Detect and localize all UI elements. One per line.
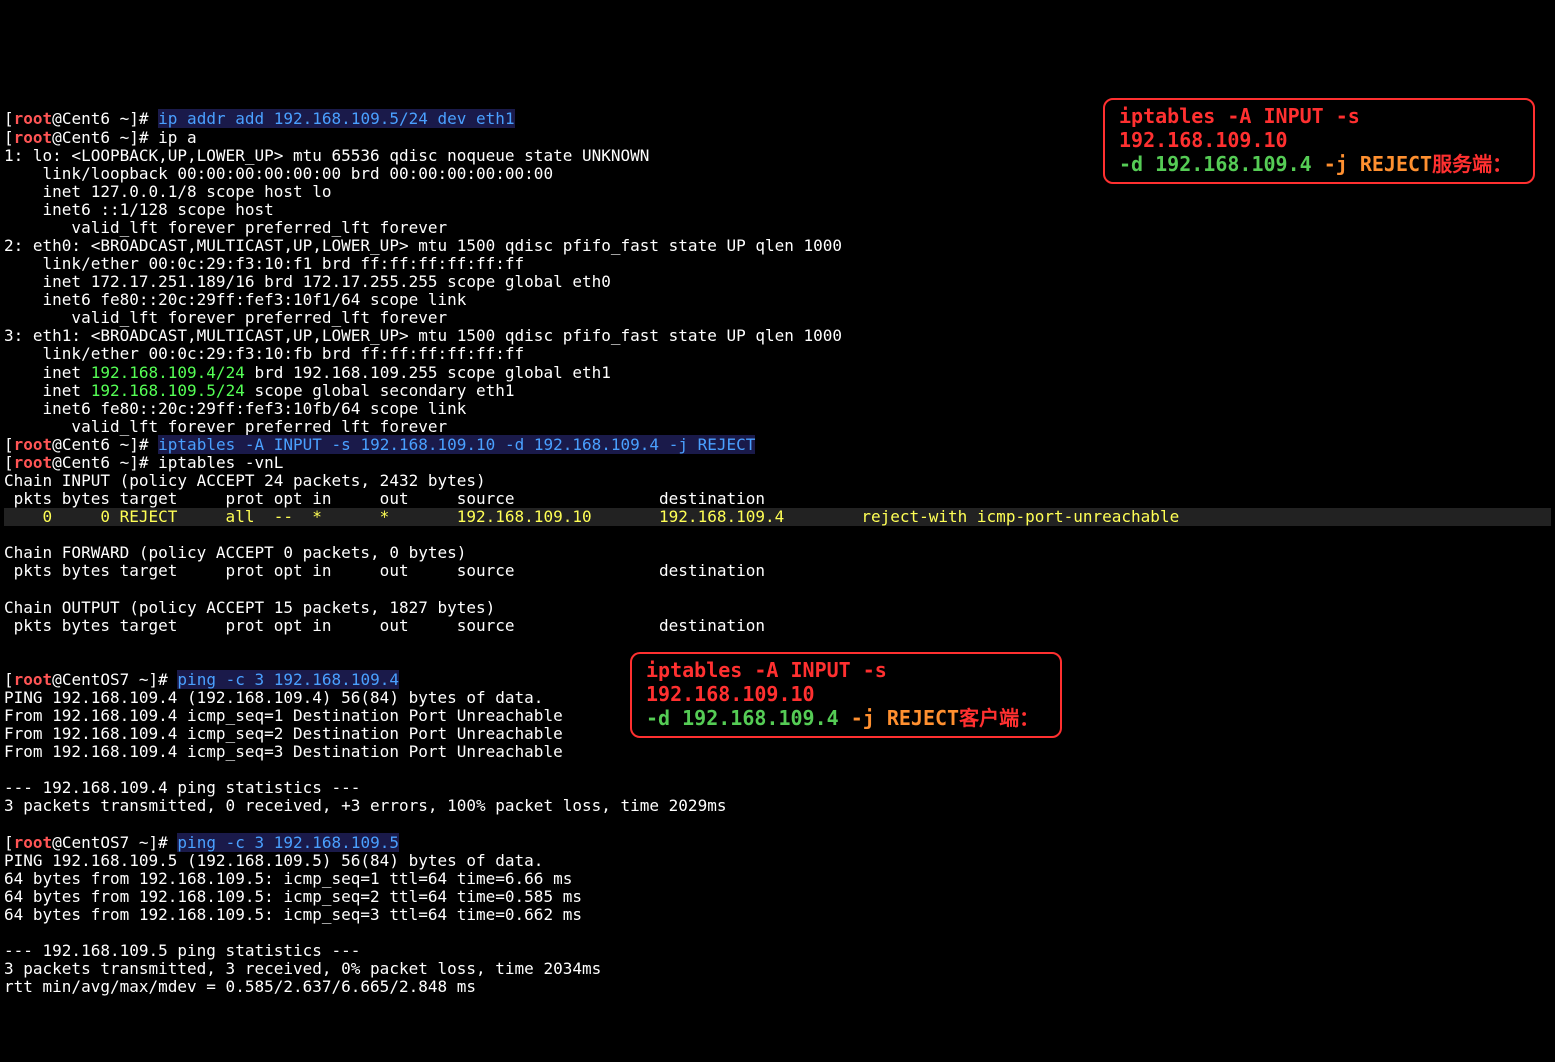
cmd-ping4[interactable]: ping -c 3 192.168.109.4 <box>177 670 399 689</box>
ip-output: inet6 ::1/128 scope host <box>4 200 274 219</box>
ping-output: PING 192.168.109.5 (192.168.109.5) 56(84… <box>4 851 543 870</box>
ping-output: 64 bytes from 192.168.109.5: icmp_seq=2 … <box>4 887 582 906</box>
iptables-columns: pkts bytes target prot opt in out source… <box>4 561 765 580</box>
ip-output: valid_lft forever preferred_lft forever <box>4 417 447 436</box>
ip-output: link/loopback 00:00:00:00:00:00 brd 00:0… <box>4 164 553 183</box>
ip-output: inet 127.0.0.1/8 scope host lo <box>4 182 332 201</box>
ip-output: inet 192.168.109.4/24 brd 192.168.109.25… <box>4 363 611 382</box>
prompt: [root@CentOS7 ~]# <box>4 833 177 852</box>
ping-stats: rtt min/avg/max/mdev = 0.585/2.637/6.665… <box>4 977 476 996</box>
ping-stats: --- 192.168.109.5 ping statistics --- <box>4 941 360 960</box>
ping-stats: 3 packets transmitted, 0 received, +3 er… <box>4 796 726 815</box>
callout-client: iptables -A INPUT -s 192.168.109.10 -d 1… <box>630 652 1062 738</box>
ip-output: link/ether 00:0c:29:f3:10:f1 brd ff:ff:f… <box>4 254 524 273</box>
ping-output: From 192.168.109.4 icmp_seq=3 Destinatio… <box>4 742 563 761</box>
cmd-ip-addr-add[interactable]: ip addr add 192.168.109.5/24 dev eth1 <box>158 109 514 128</box>
ping-output: From 192.168.109.4 icmp_seq=1 Destinatio… <box>4 706 563 725</box>
ping-output: PING 192.168.109.4 (192.168.109.4) 56(84… <box>4 688 543 707</box>
ip-output: 2: eth0: <BROADCAST,MULTICAST,UP,LOWER_U… <box>4 236 842 255</box>
ping-output: 64 bytes from 192.168.109.5: icmp_seq=3 … <box>4 905 582 924</box>
iptables-columns: pkts bytes target prot opt in out source… <box>4 489 765 508</box>
cmd-ping5[interactable]: ping -c 3 192.168.109.5 <box>177 833 399 852</box>
ip-output: 1: lo: <LOOPBACK,UP,LOWER_UP> mtu 65536 … <box>4 146 649 165</box>
terminal[interactable]: [root@Cent6 ~]# ip addr add 192.168.109.… <box>0 90 1555 1062</box>
iptables-columns: pkts bytes target prot opt in out source… <box>4 616 765 635</box>
prompt: [root@Cent6 ~]# <box>4 109 158 128</box>
ip-output: valid_lft forever preferred_lft forever <box>4 308 447 327</box>
iptables-rule-row: 0 0 REJECT all -- * * 192.168.109.10 192… <box>4 508 1551 526</box>
cmd-iptables-add[interactable]: iptables -A INPUT -s 192.168.109.10 -d 1… <box>158 435 755 454</box>
ping-stats: --- 192.168.109.4 ping statistics --- <box>4 778 360 797</box>
ip-output: inet 192.168.109.5/24 scope global secon… <box>4 381 515 400</box>
prompt: [root@Cent6 ~]# <box>4 453 158 472</box>
inet-addr-2: 192.168.109.5/24 <box>91 381 245 400</box>
ping-output: From 192.168.109.4 icmp_seq=2 Destinatio… <box>4 724 563 743</box>
cmd-ip-a[interactable]: ip a <box>158 128 197 147</box>
prompt: [root@CentOS7 ~]# <box>4 670 177 689</box>
ping-output: 64 bytes from 192.168.109.5: icmp_seq=1 … <box>4 869 572 888</box>
inet-addr-1: 192.168.109.4/24 <box>91 363 245 382</box>
ip-output: inet6 fe80::20c:29ff:fef3:10fb/64 scope … <box>4 399 466 418</box>
ip-output: link/ether 00:0c:29:f3:10:fb brd ff:ff:f… <box>4 344 524 363</box>
ip-output: inet 172.17.251.189/16 brd 172.17.255.25… <box>4 272 611 291</box>
ip-output: 3: eth1: <BROADCAST,MULTICAST,UP,LOWER_U… <box>4 326 842 345</box>
cmd-iptables-vnl[interactable]: iptables -vnL <box>158 453 283 472</box>
callout-server: iptables -A INPUT -s 192.168.109.10 -d 1… <box>1103 98 1535 184</box>
ip-output: inet6 fe80::20c:29ff:fef3:10f1/64 scope … <box>4 290 466 309</box>
ping-stats: 3 packets transmitted, 3 received, 0% pa… <box>4 959 601 978</box>
ip-output: valid_lft forever preferred_lft forever <box>4 218 447 237</box>
prompt: [root@Cent6 ~]# <box>4 435 158 454</box>
iptables-output: Chain FORWARD (policy ACCEPT 0 packets, … <box>4 543 466 562</box>
prompt: [root@Cent6 ~]# <box>4 128 158 147</box>
iptables-output: Chain OUTPUT (policy ACCEPT 15 packets, … <box>4 598 495 617</box>
iptables-output: Chain INPUT (policy ACCEPT 24 packets, 2… <box>4 471 486 490</box>
